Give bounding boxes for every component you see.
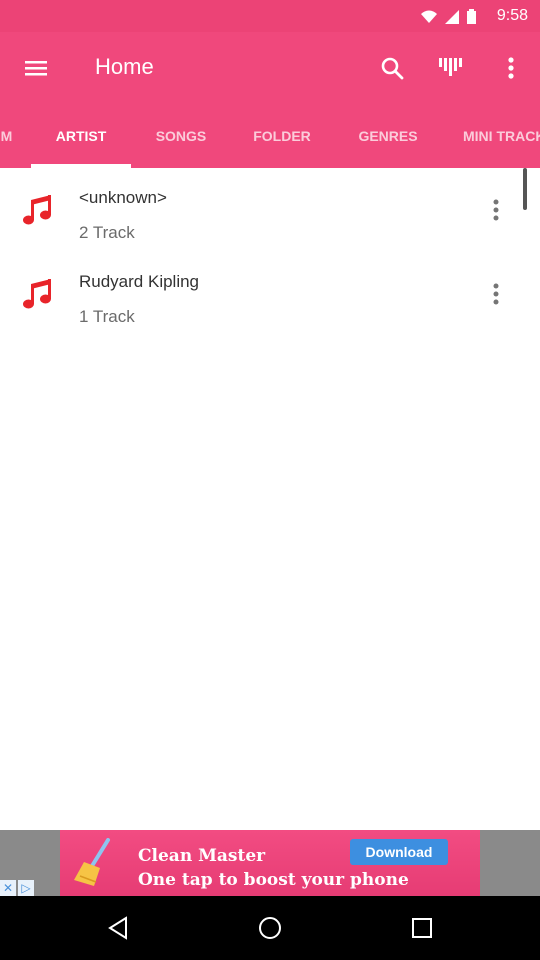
artist-list: <unknown> 2 Track Rudyard Kipling 1 Trac… <box>0 168 540 336</box>
page-title: Home <box>95 54 154 79</box>
ad-banner[interactable]: Clean Master One tap to boost your phone… <box>0 830 540 896</box>
music-note-icon <box>23 195 51 225</box>
tab-songs[interactable]: SONGS <box>131 104 231 168</box>
ad-choices[interactable]: ✕ ▷ <box>0 880 40 896</box>
system-nav-bar <box>0 896 540 960</box>
app-toolbar: Home <box>0 32 540 104</box>
tab-artist[interactable]: ARTIST <box>31 104 131 168</box>
more-options-icon[interactable] <box>484 280 508 308</box>
artist-name: Rudyard Kipling <box>79 272 200 291</box>
status-icons <box>421 9 476 24</box>
more-vert-icon[interactable] <box>497 54 525 82</box>
track-count: 1 Track <box>79 307 135 326</box>
tab-genres[interactable]: GENRES <box>336 104 440 168</box>
search-icon[interactable] <box>378 54 406 82</box>
ad-close-icon[interactable]: ✕ <box>0 880 16 896</box>
tab-mini-tracks[interactable]: MINI TRACKS <box>463 104 540 168</box>
back-icon[interactable] <box>104 914 132 942</box>
scrollbar[interactable] <box>523 168 527 210</box>
broom-icon <box>74 838 110 886</box>
list-item[interactable]: Rudyard Kipling 1 Track <box>0 252 540 336</box>
ad-subline: One tap to boost your phone <box>138 870 409 890</box>
equalizer-icon[interactable] <box>437 54 465 82</box>
tab-album[interactable]: ALBUM <box>0 104 32 168</box>
list-item[interactable]: <unknown> 2 Track <box>0 168 540 252</box>
tab-bar: ALBUM ARTIST SONGS FOLDER GENRES MINI TR… <box>0 104 540 168</box>
ad-headline: Clean Master <box>138 846 266 866</box>
ad-play-icon[interactable]: ▷ <box>18 880 34 896</box>
tab-folder[interactable]: FOLDER <box>231 104 333 168</box>
battery-icon <box>467 9 476 24</box>
signal-icon <box>445 9 459 24</box>
home-icon[interactable] <box>256 914 284 942</box>
music-note-icon <box>23 279 51 309</box>
ad-content[interactable]: Clean Master One tap to boost your phone… <box>60 830 480 896</box>
recents-icon[interactable] <box>408 914 436 942</box>
menu-icon[interactable] <box>22 54 50 82</box>
ad-download-button[interactable]: Download <box>350 839 448 865</box>
status-bar: 9:58 <box>0 0 540 32</box>
artist-name: <unknown> <box>79 188 167 207</box>
wifi-icon <box>421 10 437 23</box>
status-time: 9:58 <box>496 7 528 24</box>
track-count: 2 Track <box>79 223 135 242</box>
more-options-icon[interactable] <box>484 196 508 224</box>
